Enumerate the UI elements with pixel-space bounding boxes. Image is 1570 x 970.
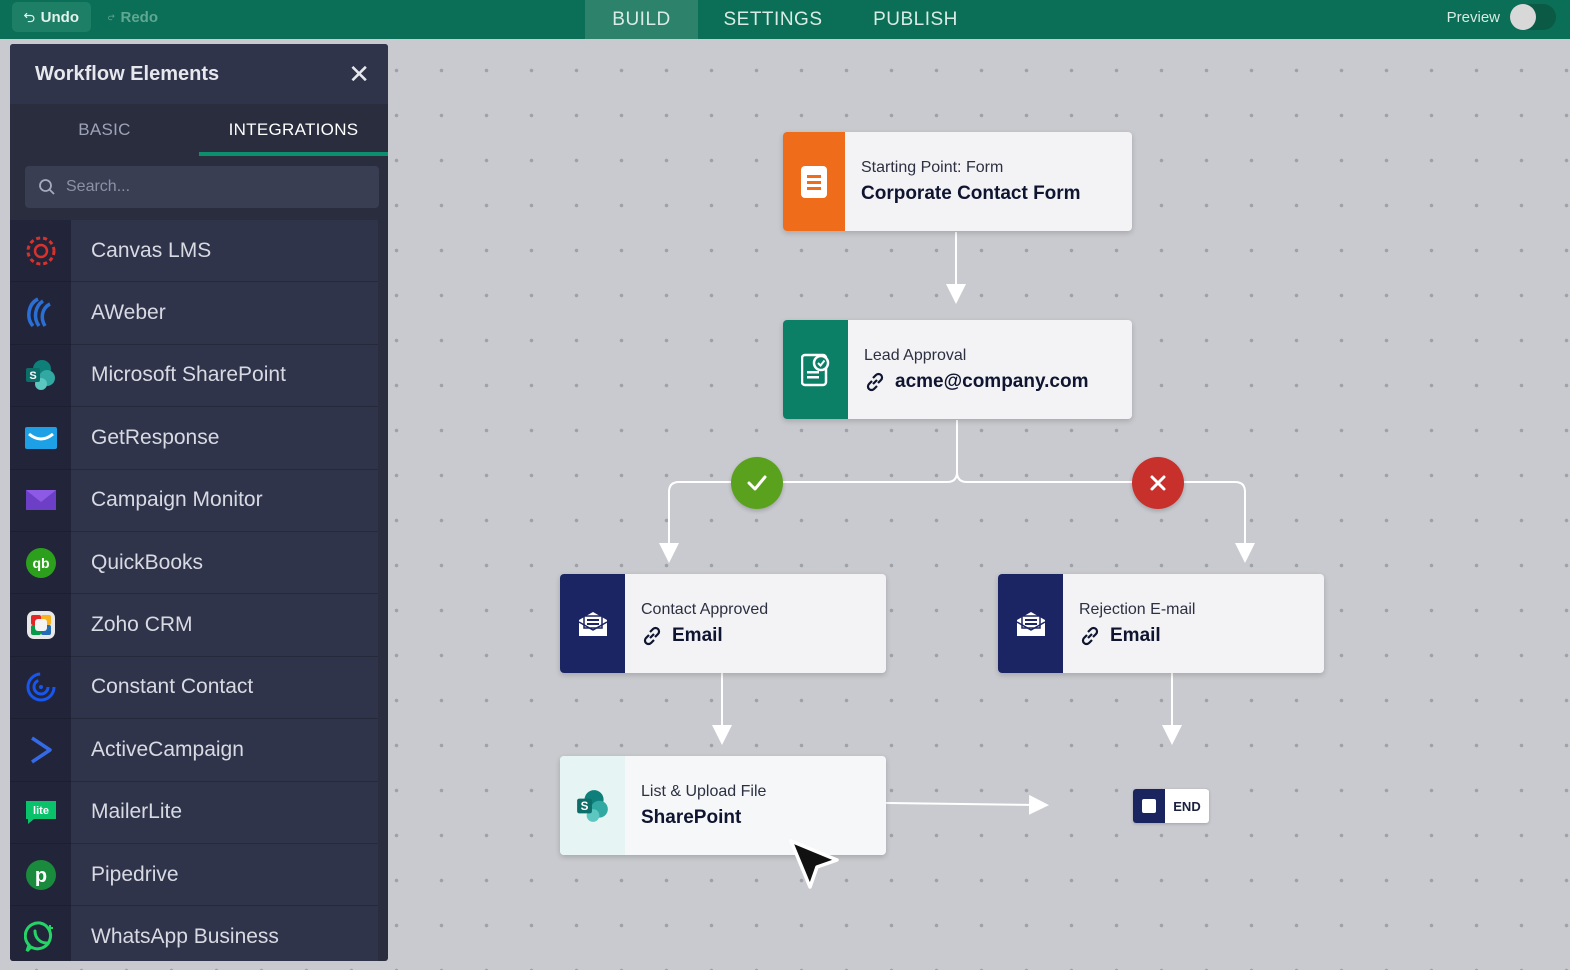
form-icon [783, 132, 845, 231]
approve-badge[interactable] [731, 457, 783, 509]
link-icon [866, 372, 884, 391]
link-icon [643, 626, 661, 645]
node-title-row: Email [641, 625, 768, 647]
node-lead-approval[interactable]: Lead Approval acme@company.com [783, 320, 1132, 419]
reject-badge[interactable] [1132, 457, 1184, 509]
close-icon [1150, 475, 1166, 491]
node-title: acme@company.com [895, 370, 1089, 392]
svg-text:S: S [580, 800, 588, 813]
email-icon [998, 574, 1063, 673]
node-subtitle: Rejection E-mail [1079, 600, 1196, 618]
link-icon [1081, 626, 1099, 645]
sharepoint-icon: S [560, 756, 625, 855]
end-label: END [1173, 798, 1201, 814]
node-subtitle: Contact Approved [641, 600, 769, 618]
node-contact-approved[interactable]: Contact Approved Email [560, 574, 886, 673]
node-subtitle: List & Upload File [641, 782, 767, 800]
stop-icon [1133, 789, 1165, 823]
check-icon [747, 475, 767, 491]
node-subtitle: Starting Point: Form [861, 158, 1004, 176]
node-title-row: acme@company.com [864, 371, 1088, 393]
node-title: Corporate Contact Form [861, 182, 1081, 204]
node-starting-form[interactable]: Starting Point: Form Corporate Contact F… [783, 132, 1132, 231]
approval-icon [783, 320, 848, 419]
connector-approval-branches [659, 420, 958, 563]
connector-approval-reject [956, 471, 1255, 563]
node-subtitle: Lead Approval [864, 346, 967, 364]
mouse-cursor-icon [789, 839, 839, 889]
node-title-row: Email [1079, 625, 1195, 647]
node-rejection-email[interactable]: Rejection E-mail Email [998, 574, 1324, 673]
connector-sharepoint-end [885, 794, 1049, 815]
node-title: Email [672, 624, 723, 646]
end-node[interactable]: END [1133, 789, 1209, 823]
node-title: SharePoint [641, 806, 742, 828]
email-icon [560, 574, 625, 673]
node-title: Email [1110, 624, 1161, 646]
